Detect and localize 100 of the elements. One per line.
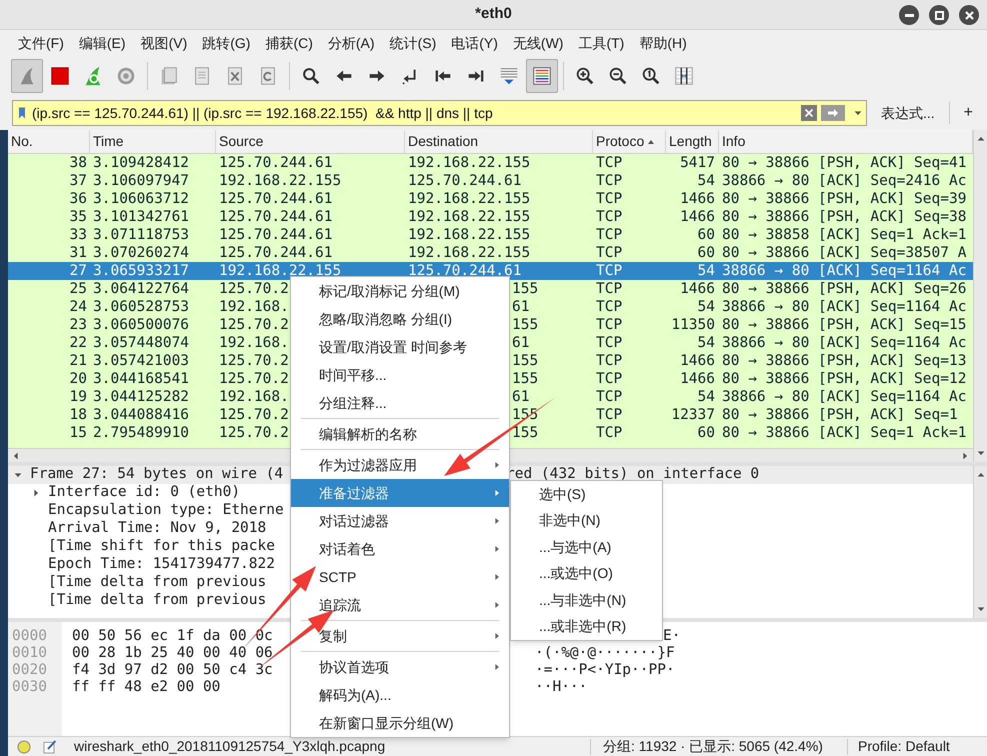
table-cell: 35 (70, 209, 87, 225)
ascii-bytes: E· (663, 628, 680, 645)
table-cell: 31 (70, 245, 87, 261)
table-cell: 5417 (680, 155, 715, 171)
byte-offset: 0010 (11, 645, 48, 662)
table-cell: 60 (698, 227, 715, 243)
table-cell: 3.057421003 (93, 353, 190, 369)
table-cell: TCP (596, 425, 622, 441)
column-label: No. (11, 132, 33, 151)
table-cell: 3.106097947 (93, 173, 190, 189)
table-cell: 22 (70, 335, 87, 351)
table-cell: TCP (596, 335, 622, 351)
table-cell: 80 → 38866 [PSH, ACK] Seq=41 (722, 155, 966, 171)
hex-bytes: f4 3d 97 d2 00 50 c4 3c (72, 662, 273, 678)
table-cell: 60 (698, 425, 715, 441)
table-cell: 61 (512, 299, 530, 315)
table-cell: 24 (70, 299, 87, 315)
table-cell: 3.044088416 (93, 407, 190, 423)
table-cell: 192.168.22.155 (408, 209, 530, 225)
table-cell: 18 (70, 407, 87, 423)
table-cell: 60 (698, 245, 715, 261)
hex-bytes: 00 50 56 ec 1f da 00 0c (72, 628, 273, 644)
table-cell: 20 (70, 371, 87, 387)
ascii-bytes: ·(·%@·@·······}F (535, 645, 675, 662)
table-cell: 54 (698, 173, 715, 189)
table-cell: 125.70.244.61 (219, 191, 332, 207)
table-cell: 11350 (671, 317, 715, 333)
table-cell: TCP (596, 227, 622, 243)
capture-file-name: wireshark_eth0_20181109125754_Y3xlqh.pcapng (74, 737, 386, 756)
table-cell: 80 → 38866 [ACK] Seq=1 Ack=1 (722, 425, 966, 441)
table-cell: 125.70.244.61 (219, 209, 332, 225)
table-cell: TCP (596, 389, 622, 405)
table-cell: 12337 (671, 407, 715, 423)
table-cell: 125.70.244.61 (408, 173, 522, 189)
table-cell: 125.70.2 (219, 281, 289, 297)
column-label: Info (722, 132, 746, 151)
table-cell: 61 (512, 335, 530, 351)
table-cell: 37 (70, 173, 87, 189)
table-cell: 38866 → 80 [ACK] Seq=1164 Ac (722, 299, 966, 315)
table-cell: TCP (596, 191, 622, 207)
table-cell: 155 (512, 425, 538, 441)
table-cell: 2.795489910 (93, 425, 190, 441)
table-cell: 1466 (680, 281, 715, 297)
byte-offset: 0030 (11, 679, 48, 696)
table-cell: TCP (596, 299, 622, 315)
table-cell: 33 (70, 227, 87, 243)
table-cell: TCP (596, 371, 622, 387)
column-label: Destination (408, 132, 478, 151)
table-cell: 192.168. (219, 335, 289, 351)
table-cell: 25 (70, 281, 87, 297)
column-label: Time (93, 132, 124, 151)
table-cell: 80 → 38866 [PSH, ACK] Seq=39 (722, 191, 966, 207)
table-cell: 80 → 38866 [PSH, ACK] Seq=1 (722, 407, 958, 423)
table-cell: 3.064122764 (93, 281, 190, 297)
table-cell: 15 (70, 425, 87, 441)
table-cell: 3.106063712 (93, 191, 190, 207)
table-cell: TCP (596, 173, 622, 189)
table-cell: 192.168.22.155 (408, 227, 530, 243)
table-cell: 192.168.22.155 (408, 191, 530, 207)
table-cell: 192.168. (219, 389, 289, 405)
table-cell: 19 (70, 389, 87, 405)
table-cell: 36 (70, 191, 87, 207)
table-cell: 21 (70, 353, 87, 369)
table-cell: 1466 (680, 371, 715, 387)
table-cell: 125.70.244.61 (219, 155, 332, 171)
table-cell: 38866 → 80 [ACK] Seq=2416 Ac (722, 173, 966, 189)
column-label: Length (669, 132, 712, 151)
table-cell: 155 (512, 371, 538, 387)
table-cell: 3.071118753 (93, 227, 190, 243)
column-label: Protoco (596, 132, 644, 151)
table-cell: 3.065933217 (93, 263, 190, 279)
table-cell: 54 (698, 263, 715, 279)
table-cell: 125.70.244.61 (219, 227, 332, 243)
ascii-bytes: ·=···P<·YIp··PP· (535, 662, 675, 679)
table-cell: 125.70.2 (219, 407, 289, 423)
table-cell: 192.168.22.155 (408, 245, 530, 261)
table-cell: 192.168.22.155 (408, 155, 530, 171)
table-cell: TCP (596, 155, 622, 171)
table-cell: 125.70.244.61 (408, 263, 522, 279)
table-cell: 1466 (680, 191, 715, 207)
table-cell: 125.70.2 (219, 371, 289, 387)
table-cell: 125.70.244.61 (219, 245, 332, 261)
table-cell: 80 → 38866 [ACK] Seq=38507 A (722, 245, 966, 261)
table-cell: 125.70.2 (219, 353, 289, 369)
packet-count: 分组: 11932 · 已显示: 5065 (42.4%) (602, 737, 824, 756)
table-cell: 27 (70, 263, 87, 279)
table-cell: 192.168.22.155 (219, 173, 342, 189)
table-cell: 80 → 38858 [ACK] Seq=1 Ack=1 (722, 227, 966, 243)
table-cell: 54 (698, 335, 715, 351)
table-cell: 54 (698, 389, 715, 405)
table-cell: 3.060500076 (93, 317, 190, 333)
byte-offset: 0000 (11, 628, 48, 645)
table-cell: 80 → 38866 [PSH, ACK] Seq=13 (722, 353, 966, 369)
table-cell: 3.057448074 (93, 335, 190, 351)
table-cell: 23 (70, 317, 87, 333)
window-title: *eth0 (475, 4, 512, 24)
table-cell: 1466 (680, 353, 715, 369)
table-cell: 61 (512, 389, 530, 405)
table-cell: 3.109428412 (93, 155, 190, 171)
hex-bytes: ff ff 48 e2 00 00 (72, 679, 220, 695)
